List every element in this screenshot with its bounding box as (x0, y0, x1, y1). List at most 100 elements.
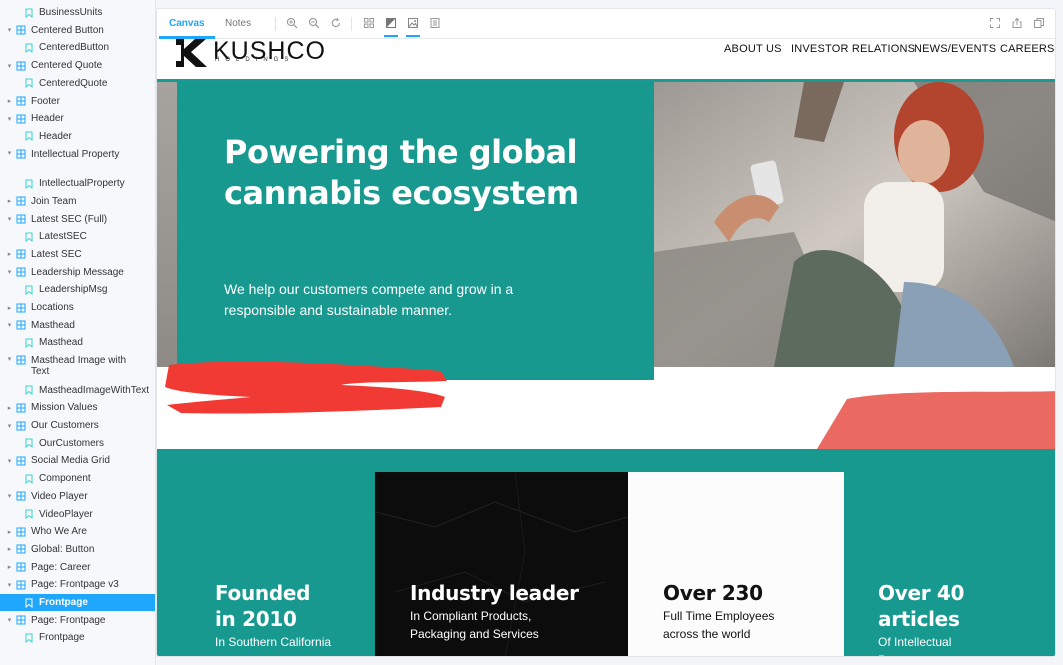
chevron-down-icon[interactable]: ▾ (6, 62, 13, 70)
chevron-down-icon[interactable]: ▾ (6, 616, 13, 624)
sidebar-story-item[interactable]: CenteredButton (0, 39, 155, 56)
sidebar-item-label: Global: Button (31, 543, 95, 555)
chevron-right-icon[interactable]: ▸ (6, 545, 13, 553)
sidebar-component-item[interactable]: ▾ Centered Button (0, 22, 155, 39)
sidebar: BusinessUnits ▾ Centered Button CenteredBut… (0, 0, 156, 665)
hero-title: Powering the global cannabis ecosystem (224, 133, 579, 212)
chevron-down-icon[interactable]: ▾ (6, 457, 13, 465)
preview-panel: Canvas Notes KUSHCO HOLDINGS ABOUT US IN… (156, 8, 1056, 657)
nav-investor-relations[interactable]: INVESTOR RELATIONS (791, 43, 915, 55)
stat-articles-title: Over 40 articles (878, 581, 965, 631)
tab-notes[interactable]: Notes (215, 9, 261, 39)
tab-canvas[interactable]: Canvas (159, 9, 215, 39)
sidebar-component-item[interactable]: ▸ Latest SEC (0, 246, 155, 263)
sidebar-item-label: VideoPlayer (39, 508, 93, 520)
zoom-reset-icon[interactable] (329, 16, 343, 32)
sidebar-component-item[interactable]: ▸ Global: Button (0, 541, 155, 558)
sidebar-component-item[interactable]: ▾ Centered Quote (0, 57, 155, 74)
sidebar-item-label: Page: Frontpage v3 (31, 579, 119, 591)
bookmark-icon (25, 338, 33, 348)
sidebar-component-item[interactable]: ▸ Who We Are (0, 523, 155, 540)
nav-news-events[interactable]: NEWS/EVENTS (914, 43, 996, 55)
chevron-down-icon[interactable]: ▾ (6, 492, 13, 500)
chevron-right-icon[interactable]: ▸ (6, 304, 13, 312)
hero-section: Powering the global cannabis ecosystem W… (157, 82, 1055, 414)
sidebar-story-item[interactable]: LeadershipMsg (0, 281, 155, 298)
chevron-down-icon[interactable]: ▾ (6, 422, 13, 430)
chevron-right-icon[interactable]: ▸ (6, 528, 13, 536)
share-icon[interactable] (1010, 16, 1024, 32)
zoom-out-icon[interactable] (307, 16, 321, 32)
sidebar-story-item[interactable]: Frontpage (0, 594, 155, 611)
sidebar-story-item[interactable]: Frontpage (0, 629, 155, 646)
chevron-down-icon[interactable]: ▾ (6, 321, 13, 329)
image-icon[interactable] (406, 16, 420, 37)
sidebar-component-item[interactable]: ▸ Join Team (0, 193, 155, 210)
sidebar-component-item[interactable]: ▾ Intellectual Property (0, 146, 155, 172)
chevron-right-icon[interactable]: ▸ (6, 250, 13, 258)
kushco-logo[interactable]: KUSHCO HOLDINGS (173, 39, 333, 67)
chevron-down-icon[interactable]: ▾ (6, 149, 13, 157)
bookmark-icon (25, 509, 33, 519)
sidebar-component-item[interactable]: ▾ Video Player (0, 488, 155, 505)
sidebar-component-item[interactable]: ▾ Latest SEC (Full) (0, 211, 155, 228)
sidebar-component-item[interactable]: ▾ Header (0, 110, 155, 127)
chevron-right-icon[interactable]: ▸ (6, 97, 13, 105)
sidebar-component-item[interactable]: ▸ Page: Career (0, 559, 155, 576)
sidebar-story-item[interactable]: BusinessUnits (0, 4, 155, 21)
measure-icon[interactable] (428, 16, 442, 32)
sidebar-item-label: Frontpage (39, 632, 85, 644)
bookmark-icon (25, 43, 33, 53)
sidebar-component-item[interactable]: ▾ Masthead (0, 317, 155, 334)
sidebar-item-label: Latest SEC (Full) (31, 213, 108, 225)
component-icon (16, 25, 26, 35)
sidebar-story-item[interactable]: OurCustomers (0, 435, 155, 452)
stat-founded-desc: In Southern California (215, 635, 332, 649)
kushco-mark-icon (176, 39, 207, 67)
chevron-down-icon[interactable]: ▾ (6, 115, 13, 123)
background-icon[interactable] (384, 16, 398, 37)
sidebar-story-item[interactable]: MastheadImageWithText (0, 382, 155, 399)
sidebar-story-item[interactable]: Header (0, 128, 155, 145)
chevron-down-icon[interactable]: ▾ (6, 26, 13, 34)
bookmark-icon (25, 232, 33, 242)
copy-link-icon[interactable] (1032, 16, 1046, 32)
component-icon (16, 320, 26, 330)
sidebar-item-label: Video Player (31, 490, 88, 502)
chevron-down-icon[interactable]: ▾ (6, 268, 13, 276)
chevron-right-icon[interactable]: ▸ (6, 404, 13, 412)
component-icon (16, 355, 26, 365)
chevron-right-icon[interactable]: ▸ (6, 563, 13, 571)
sidebar-story-item[interactable]: CenteredQuote (0, 75, 155, 92)
sidebar-component-item[interactable]: ▸ Footer (0, 93, 155, 110)
sidebar-component-item[interactable]: ▸ Mission Values (0, 399, 155, 416)
stat-industry-desc: In Compliant Products, Packaging and Ser… (410, 609, 539, 641)
component-icon (16, 267, 26, 277)
sidebar-component-item[interactable]: ▾ Page: Frontpage (0, 612, 155, 629)
sidebar-item-label: Who We Are (31, 526, 87, 538)
sidebar-story-item[interactable]: Component (0, 470, 155, 487)
chevron-down-icon[interactable]: ▾ (6, 215, 13, 223)
chevron-down-icon[interactable]: ▾ (6, 355, 13, 363)
sidebar-component-item[interactable]: ▾ Leadership Message (0, 264, 155, 281)
sidebar-story-item[interactable]: LatestSEC (0, 228, 155, 245)
nav-careers[interactable]: CAREERS (1000, 43, 1055, 55)
sidebar-item-label: Header (31, 113, 64, 125)
sidebar-story-item[interactable]: Masthead (0, 334, 155, 351)
nav-about-us[interactable]: ABOUT US (724, 43, 782, 55)
fullscreen-icon[interactable] (988, 16, 1002, 32)
sidebar-story-item[interactable]: VideoPlayer (0, 506, 155, 523)
grid-icon[interactable] (362, 16, 376, 32)
sidebar-component-item[interactable]: ▾ Masthead Image with Text (0, 352, 155, 378)
sidebar-item-label: BusinessUnits (39, 7, 103, 18)
bookmark-icon (25, 131, 33, 142)
chevron-down-icon[interactable]: ▾ (6, 581, 13, 589)
sidebar-story-item[interactable]: IntellectualProperty (0, 175, 155, 192)
sidebar-component-item[interactable]: ▾ Page: Frontpage v3 (0, 576, 155, 593)
chevron-right-icon[interactable]: ▸ (6, 197, 13, 205)
component-icon (16, 562, 26, 572)
sidebar-component-item[interactable]: ▾ Social Media Grid (0, 452, 155, 469)
sidebar-component-item[interactable]: ▾ Our Customers (0, 417, 155, 434)
sidebar-component-item[interactable]: ▸ Locations (0, 299, 155, 316)
zoom-in-icon[interactable] (285, 16, 299, 32)
